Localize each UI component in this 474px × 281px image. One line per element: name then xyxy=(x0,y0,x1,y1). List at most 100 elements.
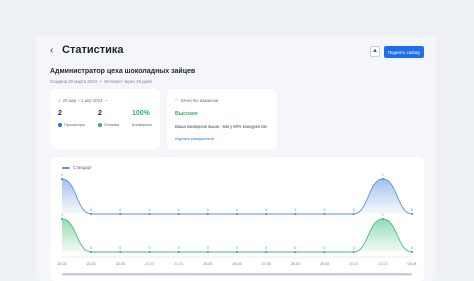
data-label: 0 xyxy=(119,208,121,212)
data-label: 0 xyxy=(178,208,180,212)
data-point xyxy=(294,250,297,254)
x-tick-label: 24.03 xyxy=(174,262,183,266)
data-point xyxy=(148,212,151,216)
data-label: 0 xyxy=(178,246,180,250)
responses-dot xyxy=(98,122,102,127)
promote-button[interactable]: Поднять сайзку xyxy=(384,46,424,58)
stats-card: □ 20 мар – 1 апр 2024 ⌄ 2 Просмотры 2 От… xyxy=(50,89,160,149)
quality-level: Высокое xyxy=(175,111,198,117)
date-range-label: 20 мар – 1 апр 2024 xyxy=(62,97,103,103)
page-header: ‹ Статистика xyxy=(50,44,124,56)
data-label: 0 xyxy=(265,208,267,212)
data-label: 1 xyxy=(382,213,384,217)
data-point xyxy=(265,212,268,216)
chevron-left-icon[interactable]: ‹ xyxy=(50,45,60,56)
conversion-value: 100% xyxy=(132,110,150,117)
data-point xyxy=(352,212,355,216)
data-label: 0 xyxy=(324,208,326,212)
page-title: Статистика xyxy=(62,44,124,56)
data-point xyxy=(177,212,180,216)
data-point xyxy=(148,250,151,254)
data-label: 0 xyxy=(236,246,238,250)
chart-scrollbar xyxy=(62,273,412,276)
data-label: 0 xyxy=(149,246,151,250)
x-tick-label: 28.03 xyxy=(291,262,300,266)
job-meta: Создана 20 марта 2024 • Истекает через 1… xyxy=(50,79,152,84)
data-point xyxy=(90,250,93,254)
x-tick-label: 29.03 xyxy=(320,262,329,266)
x-tick-label: 25.03 xyxy=(203,262,212,266)
x-tick-label: 27.03 xyxy=(262,262,271,266)
quality-header-label: Качество вакансии xyxy=(180,97,219,103)
competitors-link[interactable]: Изучить конкурентов xyxy=(175,136,214,141)
x-tick-label: 22.03 xyxy=(116,262,125,266)
x-tick-label: 23.03 xyxy=(145,262,154,266)
data-label: 0 xyxy=(90,246,92,250)
data-label: 0 xyxy=(265,246,267,250)
x-tick-label: 31.03 xyxy=(378,262,387,266)
data-label: 0 xyxy=(236,208,238,212)
data-point xyxy=(352,250,355,254)
data-label: 0 xyxy=(353,246,355,250)
data-point xyxy=(60,177,64,181)
views-label: Просмотры xyxy=(64,122,86,127)
x-tick-label: 01.04 xyxy=(408,262,417,266)
person-icon[interactable]: ▲ xyxy=(370,46,380,57)
data-point xyxy=(294,212,297,216)
data-point xyxy=(90,212,93,216)
data-label: 1 xyxy=(61,173,63,177)
data-point xyxy=(235,250,239,254)
data-point xyxy=(381,217,384,221)
data-point xyxy=(381,177,384,181)
x-tick-label: 21.03 xyxy=(87,262,96,266)
data-point xyxy=(323,250,326,254)
data-point xyxy=(323,212,326,216)
data-label: 1 xyxy=(61,213,63,217)
x-tick-label: 30.03 xyxy=(349,262,358,266)
data-point xyxy=(410,250,414,254)
data-label: 0 xyxy=(353,208,355,212)
views-value: 2 xyxy=(58,110,62,117)
thumbs-up-icon: ☝ xyxy=(175,97,178,102)
data-label: 0 xyxy=(411,208,413,212)
data-label: 0 xyxy=(294,246,296,250)
created-date: Создана 20 марта 2024 xyxy=(50,79,97,84)
calendar-icon: □ xyxy=(58,97,61,103)
stat-responses: 2 Отклики xyxy=(98,110,119,127)
data-label: 0 xyxy=(294,208,296,212)
data-label: 0 xyxy=(90,208,92,212)
stat-conversion: 100% Конверсия xyxy=(132,110,152,127)
quality-header: ☝ Качество вакансии xyxy=(175,97,218,103)
responses-label: Отклики xyxy=(104,122,120,127)
x-tick-label: 20.03 xyxy=(58,262,67,266)
expires-text: Истекает через 19 дней xyxy=(104,79,152,84)
data-label: 0 xyxy=(149,208,151,212)
data-label: 0 xyxy=(207,246,209,250)
responses-value: 2 xyxy=(98,110,102,117)
meta-separator: • xyxy=(99,79,102,84)
chevron-down-icon: ⌄ xyxy=(104,97,109,102)
data-point xyxy=(265,250,268,254)
data-point xyxy=(206,212,209,216)
quality-description: Ваша конверсия выше, чем у 90% конкурент… xyxy=(175,124,267,129)
data-label: 0 xyxy=(119,246,121,250)
views-dot xyxy=(58,122,62,127)
date-range-picker[interactable]: □ 20 мар – 1 апр 2024 ⌄ xyxy=(58,97,108,103)
stat-views: 2 Просмотры xyxy=(58,110,85,127)
x-tick-label: 26.03 xyxy=(233,262,242,266)
data-point xyxy=(235,212,239,216)
data-point xyxy=(119,250,122,254)
data-label: 0 xyxy=(207,208,209,212)
conversion-label: Конверсия xyxy=(132,122,152,127)
data-label: 0 xyxy=(411,246,413,250)
chart-card: Стандарт 1 0 0 0 0 0 0 0 0 0 0 1 0 1 0 0 0 0 0 0 0 0 0 0 1 0 20.03… xyxy=(50,157,424,281)
data-point xyxy=(206,250,209,254)
quality-card: ☝ Качество вакансии Высокое Ваша конверс… xyxy=(167,89,277,149)
data-point xyxy=(119,212,122,216)
data-point xyxy=(410,212,414,216)
data-point xyxy=(60,217,64,221)
data-label: 0 xyxy=(324,246,326,250)
job-title: Администратор цеха шоколадных зайцев xyxy=(50,68,196,75)
data-label: 1 xyxy=(382,173,384,177)
chart-svg: 1 0 0 0 0 0 0 0 0 0 0 1 0 1 0 0 0 0 0 0 0 0 0 0 1 0 20.03 21.03 22.0… xyxy=(58,173,417,276)
